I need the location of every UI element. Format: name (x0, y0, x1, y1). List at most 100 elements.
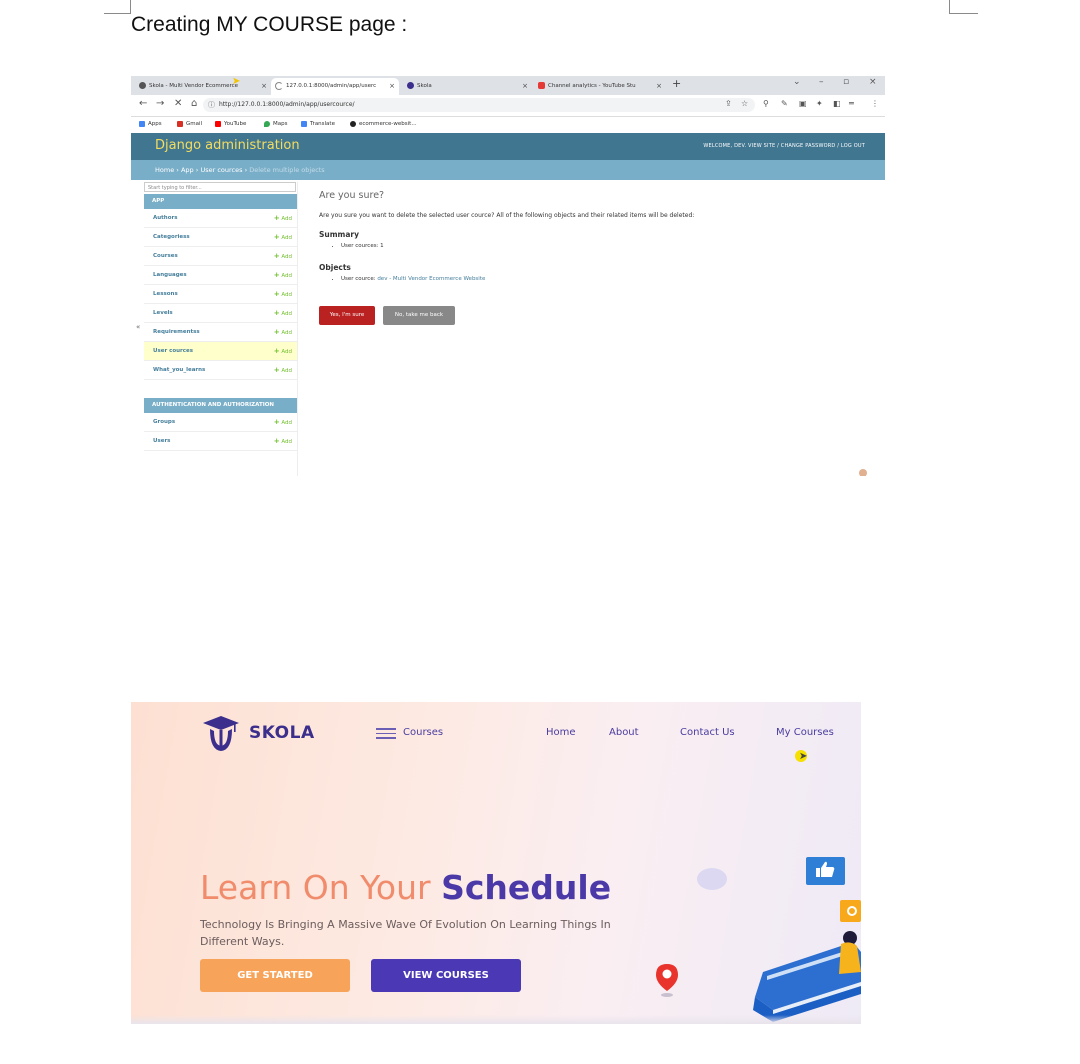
add-link[interactable]: + Add (274, 304, 292, 323)
share-icon[interactable]: ⇪ (725, 99, 732, 108)
new-tab-button[interactable]: + (672, 77, 681, 90)
admin-sidebar: Start typing to filter... APP Authors + Ad… (144, 182, 298, 476)
tab-search-icon[interactable]: ⌄ (793, 77, 801, 87)
forward-arrow-icon[interactable]: → (156, 98, 164, 109)
get-started-button[interactable]: GET STARTED (200, 959, 350, 992)
apps-grid-icon (139, 120, 145, 127)
bottom-fade (131, 1015, 861, 1024)
nav-contact-us[interactable]: Contact Us (680, 727, 735, 738)
breadcrumb-model[interactable]: User cources (200, 166, 242, 174)
add-link[interactable]: + Add (274, 342, 292, 361)
tab-title: Skola - Multi Vendor Ecommerce (149, 83, 238, 89)
add-link[interactable]: + Add (274, 361, 292, 380)
browser-menu-icon[interactable]: ⋮ (871, 99, 879, 108)
plus-icon: + (273, 309, 280, 317)
minimize-button[interactable]: – (819, 77, 824, 87)
sidebar-item-authors[interactable]: Authors + Add (144, 209, 297, 228)
close-window-button[interactable]: × (869, 77, 877, 87)
summary-list: User cources: 1 (341, 243, 859, 249)
add-link[interactable]: + Add (274, 247, 292, 266)
sidebar-item-courses[interactable]: Courses + Add (144, 247, 297, 266)
user-tools[interactable]: WELCOME, DEV. VIEW SITE / CHANGE PASSWOR… (703, 143, 865, 149)
browser-tab-skola[interactable]: Skola × (407, 78, 532, 95)
sidebar-filter-input[interactable]: Start typing to filter... (144, 182, 296, 192)
bookmarks-bar: Apps Gmail YouTube Maps Translate ecomme… (131, 117, 885, 132)
sidebar-item-user-cources[interactable]: User cources + Add (144, 342, 297, 361)
browser-tab-admin[interactable]: 127.0.0.1:8000/admin/app/userc × (271, 78, 399, 95)
cancel-delete-button[interactable]: No, take me back (383, 306, 455, 325)
add-label: Add (281, 330, 292, 336)
browser-tab-skola-ecommerce[interactable]: Skola - Multi Vendor Ecommerce × (139, 78, 271, 95)
nav-home[interactable]: Home (546, 727, 576, 738)
sidebar-item-groups[interactable]: Groups + Add (144, 413, 297, 432)
summary-item: User cources: 1 (341, 243, 859, 249)
close-tab-icon[interactable]: × (656, 78, 662, 95)
decorative-badge-icon (840, 900, 861, 922)
close-tab-icon[interactable]: × (261, 78, 267, 95)
hero-headline-part1: Learn On Your (200, 868, 431, 907)
objects-heading: Objects (319, 263, 351, 272)
add-link[interactable]: + Add (274, 228, 292, 247)
module-caption[interactable]: APP (144, 194, 297, 209)
sidebar-item-levels[interactable]: Levels + Add (144, 304, 297, 323)
sidebar-item-categoriess[interactable]: Categoriess + Add (144, 228, 297, 247)
close-tab-icon[interactable]: × (522, 78, 528, 95)
sidebar-item-languages[interactable]: Languages + Add (144, 266, 297, 285)
module-caption[interactable]: AUTHENTICATION AND AUTHORIZATION (144, 398, 297, 413)
sidebar-item-label: Courses (153, 253, 178, 259)
add-link[interactable]: + Add (274, 285, 292, 304)
add-link[interactable]: + Add (274, 209, 292, 228)
side-panel-icon[interactable]: ◧ (833, 99, 841, 108)
sidebar-item-lessons[interactable]: Lessons + Add (144, 285, 297, 304)
extensions-puzzle-icon[interactable]: ✦ (816, 99, 823, 108)
add-link[interactable]: + Add (274, 413, 292, 432)
sidebar-item-users[interactable]: Users + Add (144, 432, 297, 451)
maximize-button[interactable]: ▫ (843, 77, 849, 87)
hamburger-menu-icon[interactable] (376, 728, 396, 739)
sidebar-item-label: What_you_learns (153, 367, 206, 373)
eyedropper-extension-icon[interactable]: ✎ (781, 99, 788, 108)
close-tab-icon[interactable]: × (389, 78, 395, 95)
bookmark-maps[interactable]: Maps (264, 117, 287, 132)
breadcrumb-home[interactable]: Home (155, 166, 174, 174)
courses-menu-link[interactable]: Courses (403, 727, 443, 738)
sidebar-item-what-you-learns[interactable]: What_you_learns + Add (144, 361, 297, 380)
confirm-delete-button[interactable]: Yes, I'm sure (319, 306, 375, 325)
add-link[interactable]: + Add (274, 432, 292, 451)
translate-icon (301, 120, 307, 127)
bookmark-apps[interactable]: Apps (139, 117, 162, 132)
add-label: Add (281, 235, 292, 241)
sidebar-item-requirementss[interactable]: Requirementss + Add (144, 323, 297, 342)
sidebar-item-label: Requirementss (153, 329, 200, 335)
browser-tab-youtube-studio[interactable]: Channel analytics - YouTube Stu × (538, 78, 666, 95)
add-link[interactable]: + Add (274, 323, 292, 342)
object-link[interactable]: dev - Multi Vendor Ecommerce Website (377, 276, 485, 282)
add-link[interactable]: + Add (274, 266, 292, 285)
gmail-icon (177, 120, 183, 127)
add-label: Add (281, 292, 292, 298)
view-courses-button[interactable]: VIEW COURSES (371, 959, 521, 992)
bookmark-star-icon[interactable]: ☆ (741, 99, 748, 108)
bookmark-translate[interactable]: Translate (301, 117, 335, 132)
media-control-icon[interactable]: ═ (849, 99, 854, 108)
page-title: Are you sure? (319, 190, 385, 201)
breadcrumb-app[interactable]: App (181, 166, 194, 174)
nav-about[interactable]: About (609, 727, 639, 738)
save-extension-icon[interactable]: ▣ (799, 99, 807, 108)
bookmark-github[interactable]: ecommerce-websit... (350, 117, 417, 132)
nav-my-courses[interactable]: My Courses (776, 727, 834, 738)
page-corner-mark-right (949, 0, 978, 14)
stop-loading-icon[interactable]: ✕ (174, 98, 182, 109)
address-bar[interactable]: ⓘ http://127.0.0.1:8000/admin/app/userco… (203, 98, 755, 112)
bookmark-youtube[interactable]: YouTube (215, 117, 246, 132)
collapse-sidebar-icon[interactable]: « (136, 323, 140, 331)
plus-icon: + (273, 418, 280, 426)
thumbs-up-icon (806, 857, 845, 885)
link-extension-icon[interactable]: ⚲ (763, 99, 769, 108)
bookmark-gmail[interactable]: Gmail (177, 117, 202, 132)
home-icon[interactable]: ⌂ (191, 98, 197, 109)
brand-name[interactable]: SKOLA (249, 723, 315, 743)
site-title[interactable]: Django administration (155, 138, 300, 153)
breadcrumb: Home › App › User cources › Delete multi… (131, 160, 885, 180)
back-arrow-icon[interactable]: ← (139, 98, 147, 109)
